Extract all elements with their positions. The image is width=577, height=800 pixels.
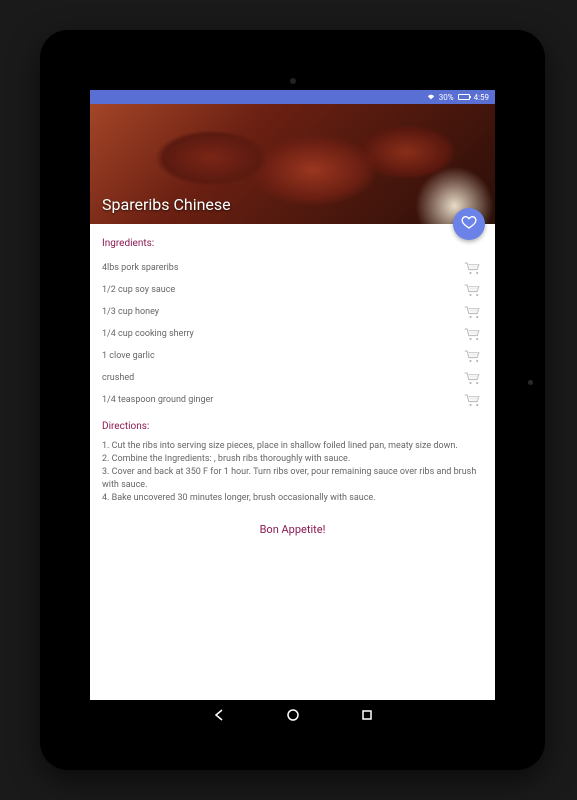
nav-recent-button[interactable]: [360, 708, 374, 722]
ingredient-text: 1 clove garlic: [102, 351, 155, 361]
ingredient-text: crushed: [102, 373, 134, 383]
directions-text: 1. Cut the ribs into serving size pieces…: [102, 440, 483, 505]
ingredient-row: 4lbs pork spareribs: [102, 257, 483, 279]
ingredient-text: 1/4 teaspoon ground ginger: [102, 395, 213, 405]
tablet-frame: 30% 4:59 Spareribs Chinese Ingredients: …: [40, 30, 545, 770]
ingredients-heading: Ingredients:: [102, 238, 483, 249]
nav-back-button[interactable]: [212, 708, 226, 722]
favorite-button[interactable]: [453, 208, 485, 240]
cart-icon[interactable]: [463, 371, 483, 385]
screen: 30% 4:59 Spareribs Chinese Ingredients: …: [90, 90, 495, 730]
ingredient-row: 1/4 teaspoon ground ginger: [102, 389, 483, 411]
ingredient-row: 1 clove garlic: [102, 345, 483, 367]
android-nav-bar: [90, 700, 495, 730]
status-bar: 30% 4:59: [90, 90, 495, 104]
footer-message: Bon Appetite!: [102, 523, 483, 536]
ingredient-text: 1/3 cup honey: [102, 307, 159, 317]
ingredient-text: 4lbs pork spareribs: [102, 263, 178, 273]
ingredient-text: 1/4 cup cooking sherry: [102, 329, 194, 339]
content-scroll[interactable]: Ingredients: 4lbs pork spareribs 1/2 cup…: [90, 224, 495, 700]
battery-icon: [458, 94, 470, 100]
heart-icon: [461, 214, 477, 234]
cart-icon[interactable]: [463, 393, 483, 407]
ingredient-row: 1/2 cup soy sauce: [102, 279, 483, 301]
page-title: Spareribs Chinese: [90, 185, 243, 224]
cart-icon[interactable]: [463, 261, 483, 275]
cart-icon[interactable]: [463, 349, 483, 363]
directions-heading: Directions:: [102, 421, 483, 432]
cart-icon[interactable]: [463, 327, 483, 341]
wifi-icon: [427, 93, 435, 101]
hero-image: Spareribs Chinese: [90, 104, 495, 224]
ingredient-row: crushed: [102, 367, 483, 389]
battery-pct: 30%: [439, 93, 454, 102]
cart-icon[interactable]: [463, 305, 483, 319]
ingredient-text: 1/2 cup soy sauce: [102, 285, 175, 295]
status-icons: 30% 4:59: [427, 93, 489, 102]
status-time: 4:59: [474, 93, 489, 102]
ingredient-row: 1/3 cup honey: [102, 301, 483, 323]
front-camera: [290, 78, 296, 84]
ingredient-row: 1/4 cup cooking sherry: [102, 323, 483, 345]
nav-home-button[interactable]: [286, 708, 300, 722]
power-button[interactable]: [528, 380, 533, 385]
cart-icon[interactable]: [463, 283, 483, 297]
